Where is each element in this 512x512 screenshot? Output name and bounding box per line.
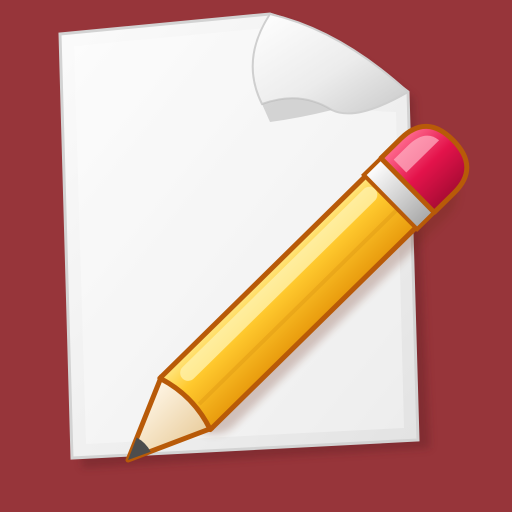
icon-canvas [0,0,512,512]
page-curl [251,12,410,115]
text-editor-icon [58,12,470,468]
